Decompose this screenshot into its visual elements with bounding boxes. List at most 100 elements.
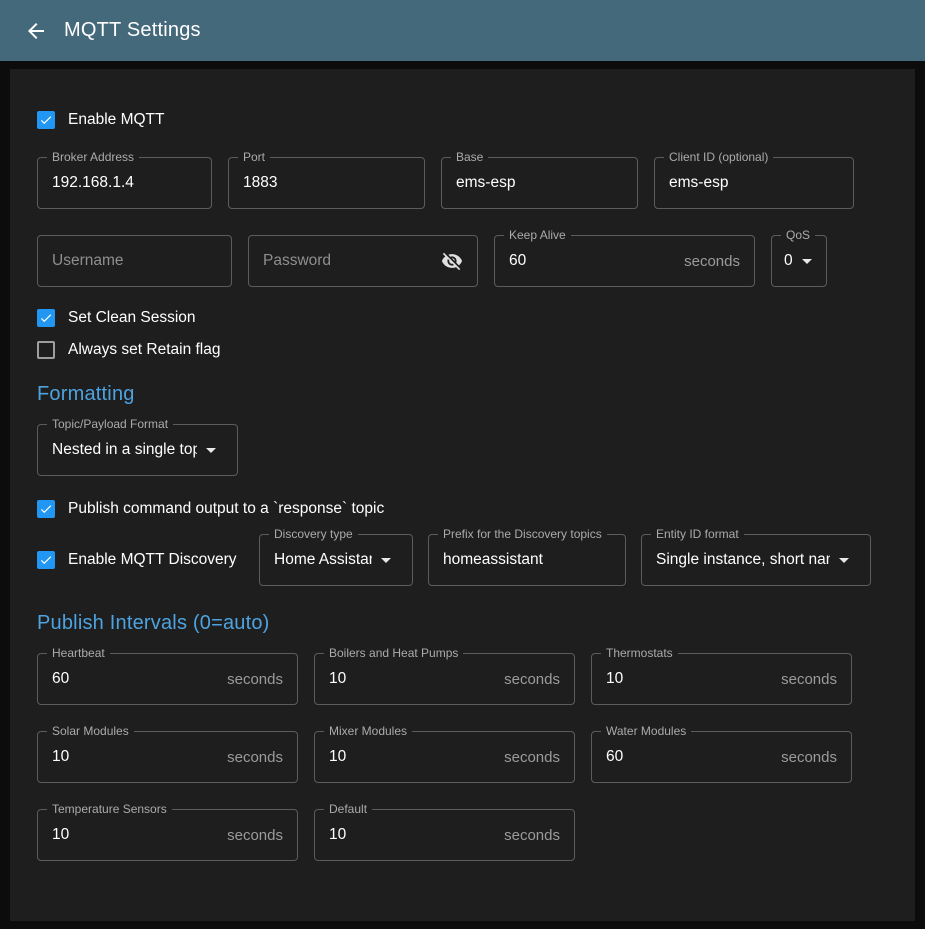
toggle-password-visibility-button[interactable] xyxy=(441,250,463,272)
interval-field-boilers[interactable]: Boilers and Heat Pumps seconds xyxy=(314,653,575,705)
interval-input[interactable] xyxy=(606,748,773,766)
dropdown-icon xyxy=(374,548,398,572)
discovery-prefix-field[interactable]: Prefix for the Discovery topics xyxy=(428,534,626,586)
entity-id-format-label: Entity ID format xyxy=(651,527,744,541)
port-label: Port xyxy=(238,150,270,164)
base-input[interactable] xyxy=(456,174,623,192)
interval-field-mixer[interactable]: Mixer Modules seconds xyxy=(314,731,575,783)
interval-label: Default xyxy=(324,802,372,816)
discovery-prefix-input[interactable] xyxy=(443,551,611,569)
interval-input[interactable] xyxy=(52,748,219,766)
entity-id-format-value: Single instance, short name xyxy=(656,551,830,569)
interval-field-water[interactable]: Water Modules seconds xyxy=(591,731,852,783)
qos-value: 0 xyxy=(784,252,793,270)
interval-suffix: seconds xyxy=(781,749,837,766)
check-icon xyxy=(39,552,53,568)
username-field[interactable] xyxy=(37,235,232,287)
check-icon xyxy=(39,112,53,128)
interval-input[interactable] xyxy=(52,670,219,688)
interval-label: Mixer Modules xyxy=(324,724,412,738)
page-title: MQTT Settings xyxy=(64,19,201,42)
qos-select[interactable]: QoS 0 xyxy=(771,235,827,287)
formatting-heading: Formatting xyxy=(37,383,888,406)
broker-settings-row: Broker Address Port Base Client ID (opti… xyxy=(37,157,888,209)
interval-suffix: seconds xyxy=(504,749,560,766)
interval-input[interactable] xyxy=(52,826,219,844)
checkbox-icon xyxy=(37,500,55,518)
retain-flag-checkbox[interactable]: Always set Retain flag xyxy=(37,341,888,359)
dropdown-icon xyxy=(795,249,819,273)
discovery-type-value: Home Assistant xyxy=(274,551,372,569)
client-id-input[interactable] xyxy=(669,174,839,192)
arrow-left-icon xyxy=(24,19,48,43)
keep-alive-field[interactable]: Keep Alive seconds xyxy=(494,235,755,287)
qos-label: QoS xyxy=(781,228,815,242)
interval-suffix: seconds xyxy=(504,827,560,844)
mqtt-settings-panel: Enable MQTT Broker Address Port Base Cli… xyxy=(10,69,915,921)
interval-suffix: seconds xyxy=(227,827,283,844)
interval-input[interactable] xyxy=(329,670,496,688)
enable-mqtt-checkbox[interactable]: Enable MQTT xyxy=(37,111,888,129)
topic-format-label: Topic/Payload Format xyxy=(47,417,173,431)
retain-flag-label: Always set Retain flag xyxy=(68,341,221,359)
dropdown-icon xyxy=(832,548,856,572)
clean-session-checkbox[interactable]: Set Clean Session xyxy=(37,309,888,327)
interval-label: Thermostats xyxy=(601,646,678,660)
interval-field-thermostats[interactable]: Thermostats seconds xyxy=(591,653,852,705)
interval-suffix: seconds xyxy=(781,671,837,688)
interval-label: Boilers and Heat Pumps xyxy=(324,646,463,660)
interval-label: Solar Modules xyxy=(47,724,134,738)
interval-label: Heartbeat xyxy=(47,646,110,660)
publish-response-label: Publish command output to a `response` t… xyxy=(68,500,384,518)
discovery-row: Enable MQTT Discovery Discovery type Hom… xyxy=(37,534,888,586)
interval-field-default[interactable]: Default seconds xyxy=(314,809,575,861)
publish-intervals-heading: Publish Intervals (0=auto) xyxy=(37,612,888,635)
base-label: Base xyxy=(451,150,488,164)
client-id-field[interactable]: Client ID (optional) xyxy=(654,157,854,209)
checkbox-icon xyxy=(37,309,55,327)
interval-input[interactable] xyxy=(329,748,496,766)
interval-label: Temperature Sensors xyxy=(47,802,172,816)
interval-label: Water Modules xyxy=(601,724,691,738)
check-icon xyxy=(39,310,53,326)
interval-suffix: seconds xyxy=(504,671,560,688)
discovery-type-label: Discovery type xyxy=(269,527,358,541)
interval-field-heartbeat[interactable]: Heartbeat seconds xyxy=(37,653,298,705)
enable-discovery-label: Enable MQTT Discovery xyxy=(68,551,237,569)
topic-format-select[interactable]: Topic/Payload Format Nested in a single … xyxy=(37,424,238,476)
password-input[interactable] xyxy=(263,252,435,270)
enable-discovery-checkbox[interactable]: Enable MQTT Discovery xyxy=(37,551,259,569)
check-icon xyxy=(39,501,53,517)
interval-suffix: seconds xyxy=(227,671,283,688)
base-field[interactable]: Base xyxy=(441,157,638,209)
client-id-label: Client ID (optional) xyxy=(664,150,773,164)
password-field[interactable] xyxy=(248,235,478,287)
visibility-off-icon xyxy=(441,250,463,272)
back-button[interactable] xyxy=(16,11,56,51)
clean-session-label: Set Clean Session xyxy=(68,309,196,327)
app-bar: MQTT Settings xyxy=(0,0,925,61)
checkbox-icon xyxy=(37,551,55,569)
broker-address-input[interactable] xyxy=(52,174,197,192)
entity-id-format-select[interactable]: Entity ID format Single instance, short … xyxy=(641,534,871,586)
port-input[interactable] xyxy=(243,174,410,192)
discovery-prefix-label: Prefix for the Discovery topics xyxy=(438,527,607,541)
interval-field-solar[interactable]: Solar Modules seconds xyxy=(37,731,298,783)
publish-intervals-grid: Heartbeat seconds Boilers and Heat Pumps… xyxy=(37,653,888,861)
interval-input[interactable] xyxy=(329,826,496,844)
topic-format-value: Nested in a single topic xyxy=(52,441,197,459)
keep-alive-suffix: seconds xyxy=(684,253,740,270)
publish-response-checkbox[interactable]: Publish command output to a `response` t… xyxy=(37,500,888,518)
broker-address-field[interactable]: Broker Address xyxy=(37,157,212,209)
dropdown-icon xyxy=(199,438,223,462)
discovery-type-select[interactable]: Discovery type Home Assistant xyxy=(259,534,413,586)
port-field[interactable]: Port xyxy=(228,157,425,209)
username-input[interactable] xyxy=(52,252,217,270)
keep-alive-label: Keep Alive xyxy=(504,228,571,242)
checkbox-icon xyxy=(37,341,55,359)
keep-alive-input[interactable] xyxy=(509,252,676,270)
interval-field-temperature-sensors[interactable]: Temperature Sensors seconds xyxy=(37,809,298,861)
interval-suffix: seconds xyxy=(227,749,283,766)
interval-input[interactable] xyxy=(606,670,773,688)
checkbox-icon xyxy=(37,111,55,129)
